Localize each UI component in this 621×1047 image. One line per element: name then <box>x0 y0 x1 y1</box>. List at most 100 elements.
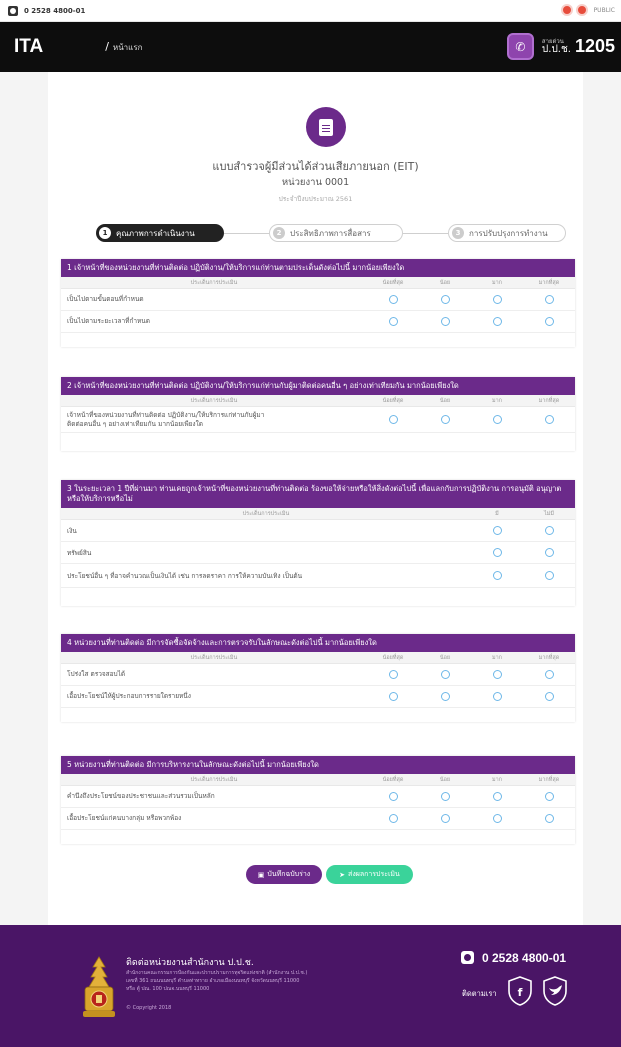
pdf-icon[interactable] <box>560 4 573 16</box>
radio-option[interactable] <box>544 526 554 536</box>
form-actions: ▣ บันทึกฉบับร่าง ➤ ส่งผลการประเมิน <box>246 865 413 885</box>
radio-option[interactable] <box>492 670 502 680</box>
radio-option[interactable] <box>388 317 398 327</box>
row-label: คำนึงถึงประโยชน์ของประชาชนและส่วนรวมเป็น… <box>67 792 215 801</box>
col-header-issue: ประเด็นการประเมิน <box>190 397 238 404</box>
radio-option[interactable] <box>440 670 450 680</box>
col-header: น้อยที่สุด <box>382 279 404 286</box>
phone-icon <box>461 951 474 964</box>
step-connector <box>403 233 448 234</box>
col-header: มาก <box>491 397 503 404</box>
question-section-4: 4 หน่วยงานที่ท่านติดต่อ มีการจัดซื้อจัดจ… <box>61 634 575 723</box>
footer-phone: 0 2528 4800-01 <box>482 951 567 965</box>
site-logo[interactable]: ITA <box>14 36 43 58</box>
row-label: เจ้าหน้าที่ของหน่วยงานที่ท่านติดต่อ ปฏิบ… <box>67 411 265 428</box>
radio-option[interactable] <box>440 295 450 305</box>
radio-option[interactable] <box>492 415 502 425</box>
radio-option[interactable] <box>544 415 554 425</box>
facebook-icon[interactable]: f <box>506 975 534 1007</box>
step-1-number: 1 <box>99 227 111 239</box>
row-label: เอื้อประโยชน์แก่คนบางกลุ่ม หรือพวกพ้อง <box>67 814 182 823</box>
radio-option[interactable] <box>492 295 502 305</box>
save-draft-button[interactable]: ▣ บันทึกฉบับร่าง <box>246 865 322 884</box>
radio-option[interactable] <box>492 692 502 702</box>
radio-option[interactable] <box>544 317 554 327</box>
phone-icon <box>8 5 18 16</box>
table-header: ประเด็นการประเมิน มี ไม่มี <box>61 508 575 521</box>
radio-option[interactable] <box>544 548 554 558</box>
table-row: โปร่งใส ตรวจสอบได้ <box>61 664 575 687</box>
radio-option[interactable] <box>440 814 450 824</box>
col-header: มาก <box>491 776 503 783</box>
radio-option[interactable] <box>492 792 502 802</box>
table-row: คำนึงถึงประโยชน์ของประชาชนและส่วนรวมเป็น… <box>61 786 575 809</box>
survey-card: แบบสำรวจผู้มีส่วนได้ส่วนเสียภายนอก (EIT)… <box>48 72 583 925</box>
row-label: เป็นไปตามขั้นตอนที่กำหนด <box>67 295 144 304</box>
breadcrumb-home[interactable]: หน้าแรก <box>113 43 143 52</box>
radio-option[interactable] <box>492 571 502 581</box>
save-icon: ▣ <box>257 870 265 879</box>
row-label: เอื้อประโยชน์ให้ผู้ประกอบการรายใดรายหนึ่… <box>67 692 191 701</box>
radio-option[interactable] <box>492 526 502 536</box>
radio-option[interactable] <box>544 692 554 702</box>
form-agency: หน่วยงาน 0001 <box>281 177 350 188</box>
col-header: น้อยที่สุด <box>382 776 404 783</box>
radio-option[interactable] <box>440 317 450 327</box>
col-header: น้อย <box>439 279 451 286</box>
col-header: น้อยที่สุด <box>382 654 404 661</box>
step-2-number: 2 <box>273 227 285 239</box>
submit-button[interactable]: ➤ ส่งผลการประเมิน <box>326 865 413 884</box>
form-year: ประจำปีงบประมาณ 2561 <box>278 195 353 203</box>
col-header: ไม่มี <box>543 510 555 517</box>
col-header: น้อยที่สุด <box>382 397 404 404</box>
row-label: เงิน <box>67 526 77 535</box>
radio-option[interactable] <box>544 670 554 680</box>
radio-option[interactable] <box>544 571 554 581</box>
footer-title: ติดต่อหน่วยงานสำนักงาน ป.ป.ช. <box>126 958 254 968</box>
organization-seal-logo <box>83 956 115 1017</box>
step-2[interactable]: 2 ประสิทธิภาพการสื่อสาร <box>269 224 403 242</box>
radio-option[interactable] <box>440 792 450 802</box>
radio-option[interactable] <box>544 814 554 824</box>
step-1[interactable]: 1 คุณภาพการดำเนินงาน <box>96 224 224 242</box>
section-title: 5 หน่วยงานที่ท่านติดต่อ มีการบริหารงานใน… <box>61 756 575 775</box>
radio-option[interactable] <box>492 814 502 824</box>
col-header: น้อย <box>439 654 451 661</box>
col-header: มากที่สุด <box>538 279 560 286</box>
radio-option[interactable] <box>544 792 554 802</box>
public-menu[interactable]: PUBLIC <box>594 7 615 14</box>
col-header: มากที่สุด <box>538 776 560 783</box>
radio-option[interactable] <box>544 295 554 305</box>
phone-call-icon: ✆ <box>506 33 534 60</box>
step-3-number: 3 <box>452 227 464 239</box>
table-row: เป็นไปตามขั้นตอนที่กำหนด <box>61 289 575 312</box>
table-row: ประโยชน์อื่น ๆ ที่อาจคำนวณเป็นเงินได้ เช… <box>61 564 575 589</box>
radio-option[interactable] <box>440 692 450 702</box>
radio-option[interactable] <box>388 670 398 680</box>
step-3-label: การปรับปรุงการทำงาน <box>469 228 548 238</box>
radio-option[interactable] <box>388 792 398 802</box>
table-header: ประเด็นการประเมิน น้อยที่สุด น้อย มาก มา… <box>61 652 575 665</box>
svg-text:f: f <box>518 986 523 999</box>
radio-option[interactable] <box>440 415 450 425</box>
radio-option[interactable] <box>492 317 502 327</box>
twitter-icon[interactable] <box>541 975 569 1007</box>
hotline-org: ป.ป.ช. <box>541 43 571 55</box>
col-header-issue: ประเด็นการประเมิน <box>190 776 238 783</box>
radio-option[interactable] <box>388 295 398 305</box>
row-label: เป็นไปตามระยะเวลาที่กำหนด <box>67 317 150 326</box>
col-header: น้อย <box>439 397 451 404</box>
step-3[interactable]: 3 การปรับปรุงการทำงาน <box>448 224 566 242</box>
radio-option[interactable] <box>492 548 502 558</box>
radio-option[interactable] <box>388 814 398 824</box>
radio-option[interactable] <box>388 415 398 425</box>
radio-option[interactable] <box>388 692 398 702</box>
col-header-issue: ประเด็นการประเมิน <box>190 279 238 286</box>
step-2-label: ประสิทธิภาพการสื่อสาร <box>290 228 371 238</box>
table-row: เป็นไปตามระยะเวลาที่กำหนด <box>61 311 575 334</box>
pdf-icon[interactable] <box>575 4 588 16</box>
table-row: เอื้อประโยชน์ให้ผู้ประกอบการรายใดรายหนึ่… <box>61 686 575 709</box>
section-title: 2 เจ้าหน้าที่ของหน่วยงานที่ท่านติดต่อ ปฏ… <box>61 377 575 396</box>
step-connector <box>224 233 269 234</box>
hotline-number: 1205 <box>574 36 615 56</box>
